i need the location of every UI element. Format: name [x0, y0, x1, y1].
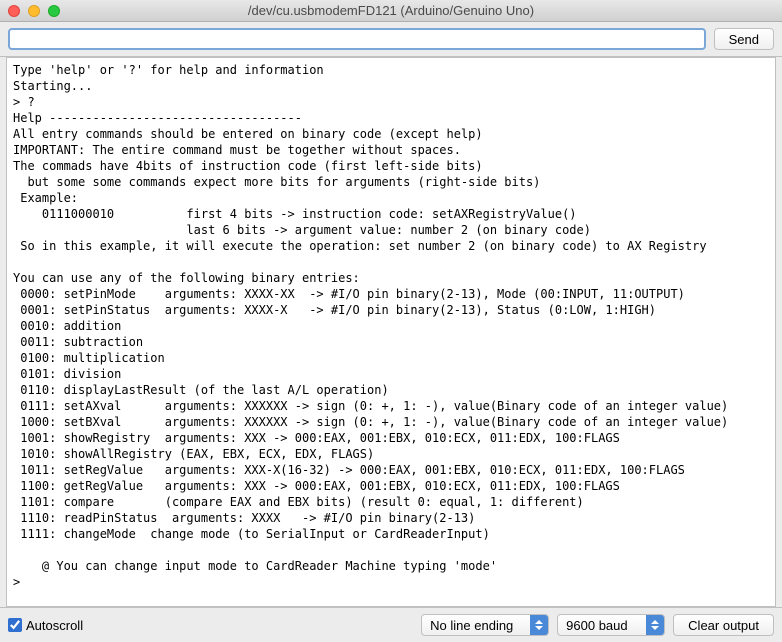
serial-output[interactable]: Type 'help' or '?' for help and informat… [6, 57, 776, 607]
window-title: /dev/cu.usbmodemFD121 (Arduino/Genuino U… [0, 3, 782, 18]
window-titlebar: /dev/cu.usbmodemFD121 (Arduino/Genuino U… [0, 0, 782, 22]
baud-rate-label: 9600 baud [566, 618, 646, 633]
line-ending-label: No line ending [430, 618, 530, 633]
bottom-toolbar: Autoscroll No line ending 9600 baud Clea… [0, 607, 782, 642]
autoscroll-checkbox[interactable] [8, 618, 22, 632]
autoscroll-label: Autoscroll [26, 618, 83, 633]
top-toolbar: Send [0, 22, 782, 57]
chevron-updown-icon [530, 615, 548, 635]
serial-input[interactable] [8, 28, 706, 50]
traffic-lights [0, 5, 60, 17]
autoscroll-checkbox-wrap[interactable]: Autoscroll [8, 618, 83, 633]
clear-output-button[interactable]: Clear output [673, 614, 774, 636]
minimize-icon[interactable] [28, 5, 40, 17]
send-button[interactable]: Send [714, 28, 774, 50]
line-ending-select[interactable]: No line ending [421, 614, 549, 636]
chevron-updown-icon [646, 615, 664, 635]
maximize-icon[interactable] [48, 5, 60, 17]
close-icon[interactable] [8, 5, 20, 17]
baud-rate-select[interactable]: 9600 baud [557, 614, 665, 636]
